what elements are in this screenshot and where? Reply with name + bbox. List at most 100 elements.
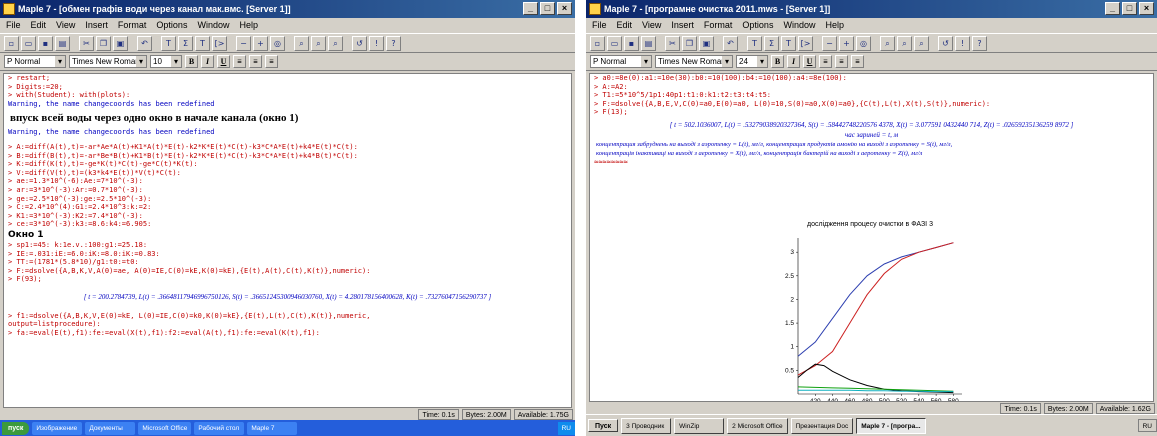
underline-button[interactable]: U xyxy=(803,55,816,68)
font-select[interactable]: Times New Roman xyxy=(69,55,147,68)
code-line[interactable]: > C:=2.4*10^(4):G1:=2.4*10^3:k:=2: xyxy=(4,203,571,212)
copy-icon[interactable]: ❐ xyxy=(96,36,111,51)
task-button-active[interactable]: Maple 7 - [програ... xyxy=(856,417,926,434)
maximize-icon[interactable]: □ xyxy=(1122,2,1137,15)
zoom-200-icon[interactable]: ⌕ xyxy=(328,36,343,51)
task-button[interactable]: Документы xyxy=(85,421,136,435)
align-left-button[interactable]: ≡ xyxy=(819,55,832,68)
input-cursor-line[interactable]: ≈≈≈≈≈≈≈≈ xyxy=(590,158,1153,167)
task-button[interactable]: 3 Проводник xyxy=(621,417,672,434)
code-line[interactable]: > V:=diff(V(t),t)=(k3*k4*E(t))*V(t)*C(t)… xyxy=(4,169,571,178)
menu-view[interactable]: View xyxy=(642,18,661,33)
help-icon[interactable]: ? xyxy=(972,36,987,51)
start-button[interactable]: Пуск xyxy=(588,419,619,432)
code-line[interactable]: > A:=diff(A(t),t)=-ar*Ae*A(t)+K1*A(t)*E(… xyxy=(4,143,571,152)
code-line[interactable]: > with(Student): with(plots): xyxy=(4,91,571,100)
code-line[interactable]: > IE:=.031:iE:=6.0:iK:=8.0:iK:=0.83: xyxy=(4,250,571,259)
expand-icon[interactable]: + xyxy=(253,36,268,51)
minimize-icon[interactable]: _ xyxy=(1105,2,1120,15)
zoom-200-icon[interactable]: ⌕ xyxy=(914,36,929,51)
new-icon[interactable]: ▫ xyxy=(590,36,605,51)
print-icon[interactable]: ▤ xyxy=(641,36,656,51)
title-bar[interactable]: Maple 7 - [обмен графів води через канал… xyxy=(0,0,575,18)
underline-button[interactable]: U xyxy=(217,55,230,68)
task-button[interactable]: WinZip xyxy=(674,417,725,434)
help-icon[interactable]: ? xyxy=(386,36,401,51)
code-line[interactable]: > fa:=eval(E(t),f1):fe:=eval(X(t),f1):f2… xyxy=(4,329,571,338)
code-line[interactable]: > F:=dsolve({A,B,K,V,A(0)=ae, A(0)=IE,C(… xyxy=(4,267,571,276)
menu-insert[interactable]: Insert xyxy=(85,18,108,33)
process-chart[interactable]: дослідження процесу очистки в ФАЗІ 3 420… xyxy=(770,216,970,402)
size-select[interactable]: 10 xyxy=(150,55,182,68)
task-button[interactable]: Microsoft Office xyxy=(138,421,192,435)
print-icon[interactable]: ▤ xyxy=(55,36,70,51)
restart-icon[interactable]: ↺ xyxy=(352,36,367,51)
restart-icon[interactable]: ↺ xyxy=(938,36,953,51)
menu-view[interactable]: View xyxy=(56,18,75,33)
zoom-150-icon[interactable]: ⌕ xyxy=(311,36,326,51)
text-icon[interactable]: T xyxy=(161,36,176,51)
title-bar[interactable]: Maple 7 - [програмне очистка 2011.mws - … xyxy=(586,0,1157,18)
math-input-icon[interactable]: Σ xyxy=(764,36,779,51)
align-right-button[interactable]: ≡ xyxy=(851,55,864,68)
code-line[interactable]: > B:=diff(B(t),t)=-ar*Be*B(t)+K1*B(t)*E(… xyxy=(4,152,571,161)
menu-help[interactable]: Help xyxy=(825,18,844,33)
code-line[interactable]: > a0:=8e(0):a1:=10e(30):b0:=10(100):b4:=… xyxy=(590,74,1153,83)
save-icon[interactable]: ▪ xyxy=(38,36,53,51)
math-input-icon[interactable]: Σ xyxy=(178,36,193,51)
code-line[interactable]: > restart; xyxy=(4,74,571,83)
open-icon[interactable]: ▭ xyxy=(607,36,622,51)
menu-edit[interactable]: Edit xyxy=(31,18,47,33)
code-line[interactable]: output=listprocedure): xyxy=(4,320,571,329)
menu-format[interactable]: Format xyxy=(704,18,733,33)
align-center-button[interactable]: ≡ xyxy=(835,55,848,68)
code-line[interactable]: > K1:=3*10^(-3):K2:=7.4*10^(-3): xyxy=(4,212,571,221)
start-button[interactable]: пуск xyxy=(2,421,30,435)
code-line[interactable]: > ae:=1.3*10^(-6):Ae:=7*10^(-3): xyxy=(4,177,571,186)
menu-help[interactable]: Help xyxy=(239,18,258,33)
task-button[interactable]: Рабочий стол xyxy=(194,421,245,435)
expand-icon[interactable]: + xyxy=(839,36,854,51)
align-left-button[interactable]: ≡ xyxy=(233,55,246,68)
menu-file[interactable]: File xyxy=(592,18,607,33)
bold-button[interactable]: B xyxy=(185,55,198,68)
code-line[interactable]: > T1:=5*10^5/1p1:40p1:t1:0:k1:t2:t3:t4:t… xyxy=(590,91,1153,100)
paste-icon[interactable]: ▣ xyxy=(113,36,128,51)
cut-icon[interactable]: ✂ xyxy=(665,36,680,51)
italic-button[interactable]: I xyxy=(201,55,214,68)
minimize-icon[interactable]: _ xyxy=(523,2,538,15)
task-button[interactable]: 2 Microsoft Office xyxy=(727,417,788,434)
menu-file[interactable]: File xyxy=(6,18,21,33)
zoom-100-icon[interactable]: ⌕ xyxy=(294,36,309,51)
size-select[interactable]: 24 xyxy=(736,55,768,68)
maximize-icon[interactable]: □ xyxy=(540,2,555,15)
code-line[interactable]: > F:=dsolve({A,B,E,V,C(0)=a0,E(0)=a0, L(… xyxy=(590,100,1153,109)
font-select[interactable]: Times New Roman xyxy=(655,55,733,68)
menu-insert[interactable]: Insert xyxy=(671,18,694,33)
paste-icon[interactable]: ▣ xyxy=(699,36,714,51)
execute-icon[interactable]: ! xyxy=(369,36,384,51)
undo-icon[interactable]: ↶ xyxy=(137,36,152,51)
system-tray[interactable]: RU xyxy=(557,421,575,435)
zoom-100-icon[interactable]: ⌕ xyxy=(880,36,895,51)
task-button[interactable]: Презентация Doc xyxy=(790,417,854,434)
style-select[interactable]: P Normal xyxy=(590,55,652,68)
code-line[interactable]: > K:=diff(K(t),t)=-ge*K(t)*C(t)-ge*C(t)*… xyxy=(4,160,571,169)
close-icon[interactable]: × xyxy=(1139,2,1154,15)
insert-text-icon[interactable]: T xyxy=(781,36,796,51)
insert-group-icon[interactable]: [> xyxy=(212,36,227,51)
save-icon[interactable]: ▪ xyxy=(624,36,639,51)
task-button[interactable]: Maple 7 xyxy=(247,421,298,435)
collapse-icon[interactable]: − xyxy=(236,36,251,51)
menu-edit[interactable]: Edit xyxy=(617,18,633,33)
system-tray[interactable]: RU xyxy=(1137,419,1157,432)
code-line[interactable]: > Digits:=20; xyxy=(4,83,571,92)
menu-options[interactable]: Options xyxy=(156,18,187,33)
worksheet[interactable]: > restart; > Digits:=20; > with(Student)… xyxy=(3,73,572,408)
copy-icon[interactable]: ❐ xyxy=(682,36,697,51)
italic-button[interactable]: I xyxy=(787,55,800,68)
bold-button[interactable]: B xyxy=(771,55,784,68)
code-line[interactable]: > f1:=dsolve({A,B,K,V,E(0)=kE, L(0)=IE,C… xyxy=(4,312,571,321)
align-right-button[interactable]: ≡ xyxy=(265,55,278,68)
code-line[interactable]: > TT:=(1781*(5.8*10)/g1:t0:=t0: xyxy=(4,258,571,267)
